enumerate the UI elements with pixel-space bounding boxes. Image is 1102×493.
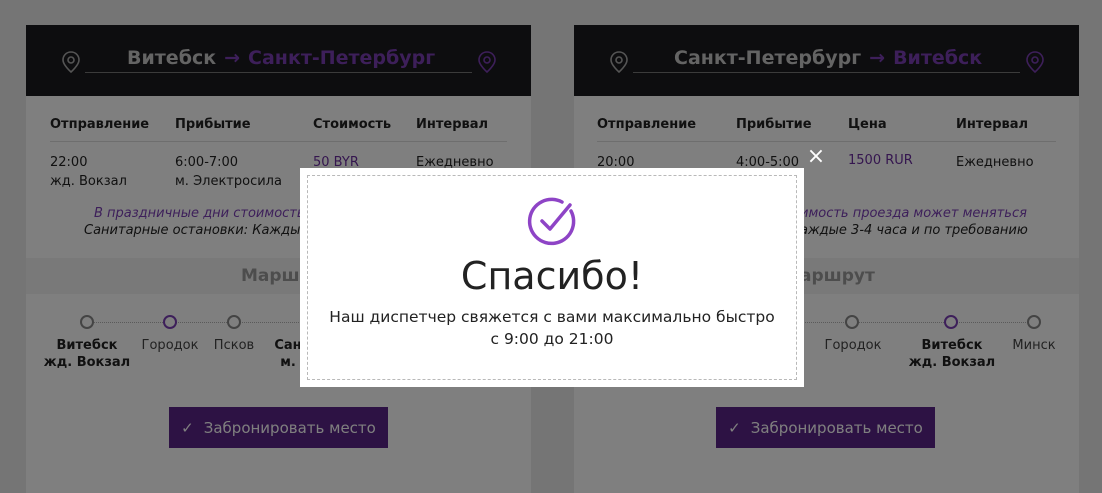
close-icon[interactable]: × [806, 146, 826, 168]
modal-message: Наш диспетчер свяжется с вами максимальн… [308, 306, 796, 350]
thank-you-modal: Спасибо! Наш диспетчер свяжется с вами м… [300, 168, 804, 387]
modal-message-line2: с 9:00 до 21:00 [490, 330, 614, 348]
modal-frame: Спасибо! Наш диспетчер свяжется с вами м… [307, 175, 797, 380]
modal-title: Спасибо! [460, 254, 644, 298]
modal-message-line1: Наш диспетчер свяжется с вами максимальн… [329, 308, 775, 326]
check-circle-icon [527, 197, 576, 246]
